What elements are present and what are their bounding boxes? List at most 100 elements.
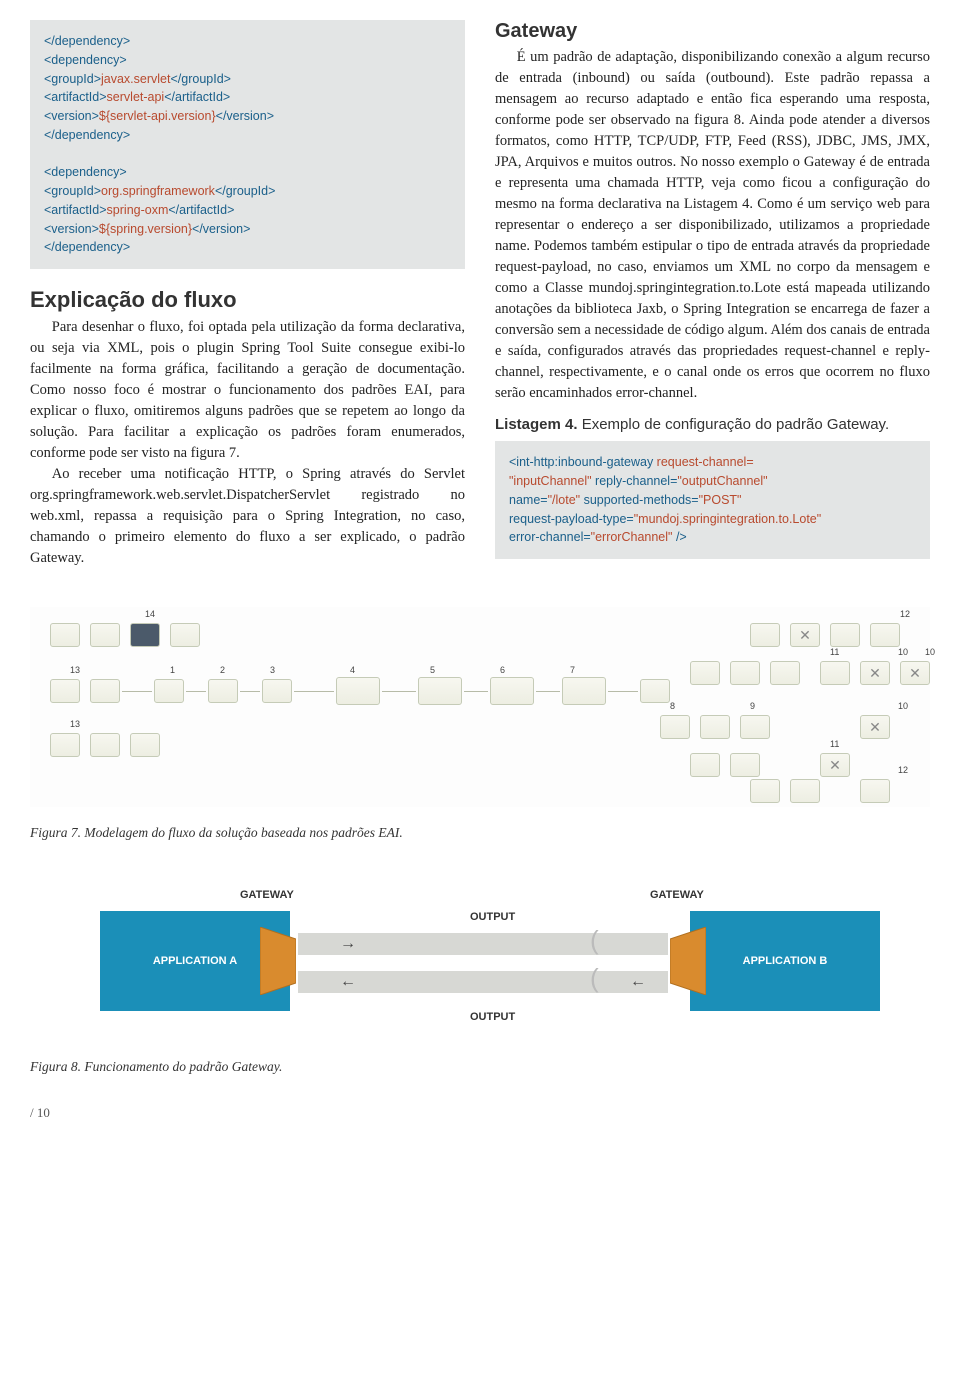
d7-node bbox=[750, 779, 780, 803]
paren-icon: ( bbox=[590, 963, 599, 994]
code-line: <artifactId> bbox=[44, 203, 107, 217]
d7-num: 10 bbox=[898, 701, 908, 711]
code-line: <int-http:inbound-gateway bbox=[509, 455, 657, 469]
section-heading-fluxo: Explicação do fluxo bbox=[30, 287, 465, 313]
arrow-left-icon: ← bbox=[630, 973, 646, 991]
figure-8-diagram: GATEWAY GATEWAY APPLICATION A APPLICATIO… bbox=[30, 881, 930, 1041]
d7-num: 4 bbox=[350, 665, 355, 675]
code-val: "errorChannel" bbox=[591, 530, 676, 544]
d7-node bbox=[870, 623, 900, 647]
code-line: </dependency> bbox=[44, 34, 130, 48]
d7-connector bbox=[294, 691, 334, 692]
d7-node: ✕ bbox=[790, 623, 820, 647]
x-icon: ✕ bbox=[799, 627, 811, 644]
code-line: /> bbox=[676, 530, 687, 544]
code-line: </groupId> bbox=[215, 184, 275, 198]
d7-connector bbox=[608, 691, 638, 692]
gateway-label: GATEWAY bbox=[240, 889, 294, 901]
d7-node bbox=[50, 679, 80, 703]
code-val: request-channel= bbox=[657, 455, 754, 469]
x-icon: ✕ bbox=[909, 665, 921, 682]
d7-num: 14 bbox=[145, 609, 155, 619]
code-line: </artifactId> bbox=[164, 90, 230, 104]
d7-num: 12 bbox=[900, 609, 910, 619]
code-line: </version> bbox=[216, 109, 274, 123]
body-paragraph: Ao receber uma notificação HTTP, o Sprin… bbox=[30, 464, 465, 569]
code-listing-dependency: </dependency> <dependency> <groupId>java… bbox=[30, 20, 465, 269]
code-line: request-payload-type= bbox=[509, 512, 634, 526]
gateway-label: GATEWAY bbox=[650, 889, 704, 901]
figure-8-caption: Figura 8. Funcionamento do padrão Gatewa… bbox=[30, 1059, 930, 1075]
d7-num: 2 bbox=[220, 665, 225, 675]
code-line: name= bbox=[509, 493, 548, 507]
code-line: <version> bbox=[44, 222, 99, 236]
arrow-right-icon: → bbox=[340, 935, 356, 953]
d7-num: 9 bbox=[750, 701, 755, 711]
d7-node bbox=[690, 753, 720, 777]
d7-node bbox=[418, 677, 462, 705]
code-val: org.springframework bbox=[101, 184, 215, 198]
d7-connector bbox=[382, 691, 416, 692]
code-val: servlet-api bbox=[107, 90, 165, 104]
body-paragraph: Para desenhar o fluxo, foi optada pela u… bbox=[30, 317, 465, 464]
d7-num: 12 bbox=[898, 765, 908, 775]
x-icon: ✕ bbox=[869, 665, 881, 682]
d7-num: 11 bbox=[830, 647, 839, 657]
code-val: ${spring.version} bbox=[99, 222, 192, 236]
d7-node bbox=[50, 623, 80, 647]
body-paragraph: É um padrão de adaptação, disponibilizan… bbox=[495, 47, 930, 404]
gateway-shape-left bbox=[260, 927, 296, 995]
d7-node bbox=[154, 679, 184, 703]
listing-title: Listagem 4. Exemplo de configuração do p… bbox=[495, 414, 930, 435]
d7-num: 3 bbox=[270, 665, 275, 675]
code-line: <groupId> bbox=[44, 72, 101, 86]
d7-connector bbox=[536, 691, 560, 692]
code-val: "mundoj.springintegration.to.Lote" bbox=[634, 512, 821, 526]
d7-num: 1 bbox=[170, 665, 175, 675]
d7-num: 13 bbox=[70, 719, 80, 729]
d7-node bbox=[640, 679, 670, 703]
d7-node bbox=[336, 677, 380, 705]
d7-node bbox=[90, 679, 120, 703]
d7-node bbox=[860, 779, 890, 803]
d7-node bbox=[730, 661, 760, 685]
code-line: <version> bbox=[44, 109, 99, 123]
code-line: </version> bbox=[192, 222, 250, 236]
code-line: reply-channel= bbox=[595, 474, 677, 488]
d7-num: 10 bbox=[898, 647, 908, 657]
code-val: ${servlet-api.version} bbox=[99, 109, 216, 123]
output-label: OUTPUT bbox=[470, 911, 515, 923]
d7-node bbox=[170, 623, 200, 647]
d7-node bbox=[130, 623, 160, 647]
paren-icon: ( bbox=[590, 925, 599, 956]
d7-node bbox=[50, 733, 80, 757]
x-icon: ✕ bbox=[869, 719, 881, 736]
d7-num: 6 bbox=[500, 665, 505, 675]
code-val: javax.servlet bbox=[101, 72, 170, 86]
d7-node bbox=[562, 677, 606, 705]
code-val: "outputChannel" bbox=[677, 474, 767, 488]
x-icon: ✕ bbox=[829, 757, 841, 774]
code-line: </dependency> bbox=[44, 240, 130, 254]
arrow-left-icon: ← bbox=[340, 973, 356, 991]
d7-node: ✕ bbox=[900, 661, 930, 685]
code-line: supported-methods= bbox=[584, 493, 699, 507]
figure-7-caption: Figura 7. Modelagem do fluxo da solução … bbox=[30, 825, 930, 841]
d7-num: 10 bbox=[925, 647, 935, 657]
page-number: / 10 bbox=[30, 1105, 930, 1121]
d7-node: ✕ bbox=[860, 715, 890, 739]
d7-node bbox=[690, 661, 720, 685]
figure-7-diagram: 14 13 1 2 3 4 5 6 7 13 12 ✕ 11 10 10 ✕ ✕… bbox=[30, 607, 930, 807]
d7-node bbox=[740, 715, 770, 739]
d7-connector bbox=[464, 691, 488, 692]
d7-node bbox=[830, 623, 860, 647]
d7-num: 5 bbox=[430, 665, 435, 675]
d7-node bbox=[770, 661, 800, 685]
d7-node bbox=[90, 623, 120, 647]
application-a-label: APPLICATION A bbox=[153, 955, 237, 967]
code-val: "POST" bbox=[699, 493, 742, 507]
code-line: <dependency> bbox=[44, 53, 127, 67]
code-val: "/lote" bbox=[548, 493, 584, 507]
d7-node bbox=[730, 753, 760, 777]
application-b-box: APPLICATION B bbox=[690, 911, 880, 1011]
